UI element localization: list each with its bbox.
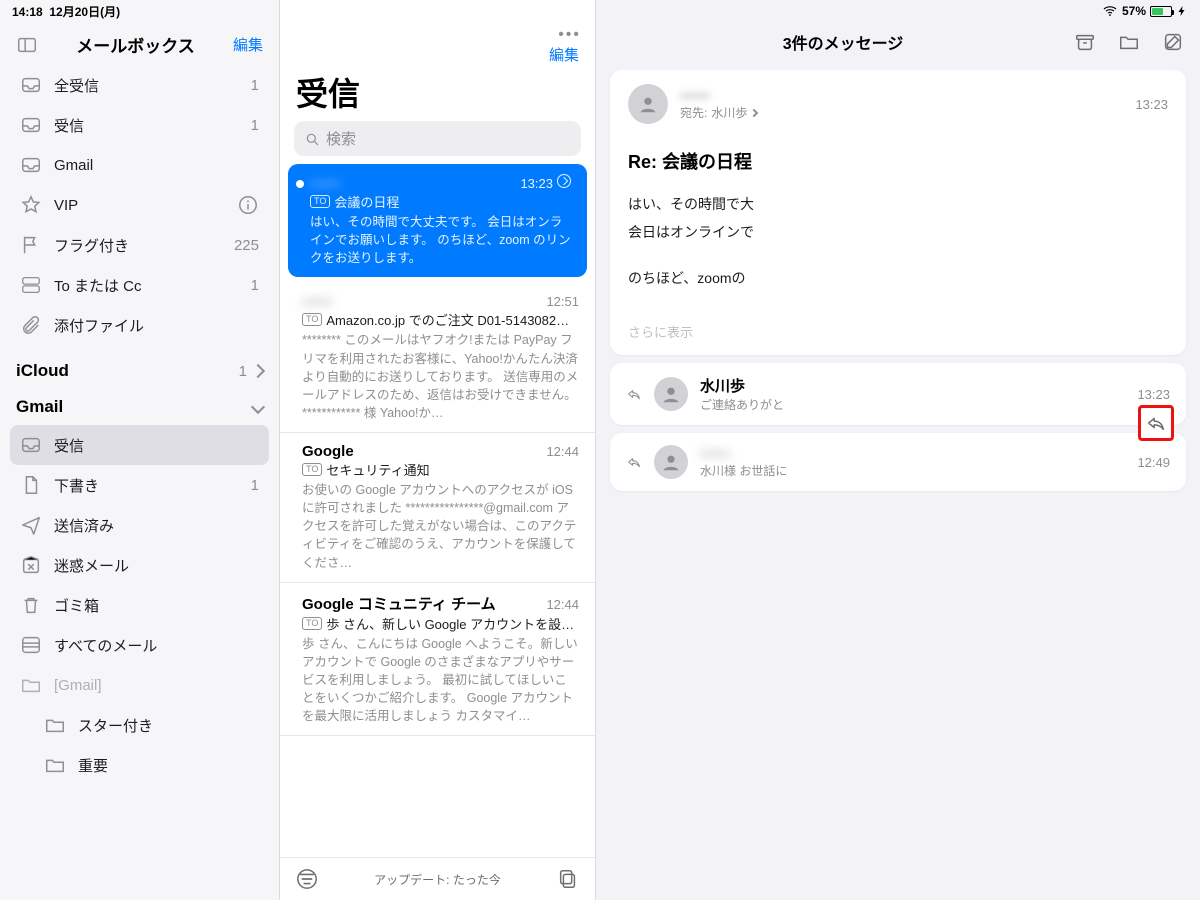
sidebar-edit-button[interactable]: 編集 bbox=[233, 34, 263, 55]
sidebar-item-gm-allmail[interactable]: すべてのメール bbox=[10, 625, 269, 665]
sidebar-item-inbox[interactable]: 受信 1 bbox=[10, 105, 269, 145]
charging-icon bbox=[1176, 5, 1188, 17]
filter-icon[interactable] bbox=[296, 868, 318, 890]
message-item[interactable]: Google12:44 TOセキュリティ通知 お使いの Google アカウント… bbox=[280, 433, 595, 583]
sidebar-title: メールボックス bbox=[38, 32, 233, 57]
sidebar: メールボックス 編集 全受信 1 受信 1 Gmail VIP フラグ付き 22… bbox=[0, 0, 280, 900]
search-input[interactable]: 検索 bbox=[294, 121, 581, 156]
email-body-line: のちほど、zoomの bbox=[628, 264, 1168, 292]
label: Gmail bbox=[16, 397, 63, 417]
reply-button[interactable] bbox=[1138, 405, 1174, 441]
wifi-icon bbox=[1102, 3, 1118, 19]
reply-icon bbox=[626, 386, 642, 402]
reply-icon bbox=[1145, 412, 1167, 434]
sidebar-item-gm-starred[interactable]: スター付き bbox=[10, 705, 269, 745]
sidebar-item-gm-inbox[interactable]: 受信 bbox=[10, 425, 269, 465]
sidebar-item-gm-important[interactable]: 重要 bbox=[10, 745, 269, 785]
chevron-right-icon bbox=[251, 364, 265, 378]
email-card: —— 宛先: 水川歩 13:23 Re: 会議の日程 はい、その時間で大 会日は… bbox=[610, 70, 1186, 355]
move-folder-icon[interactable] bbox=[1118, 31, 1140, 53]
sidebar-item-attachments[interactable]: 添付ファイル bbox=[10, 305, 269, 345]
to-badge: TO bbox=[302, 463, 322, 476]
label: 添付ファイル bbox=[54, 315, 259, 336]
message-list: ••• 編集 受信 検索 ——13:23 TO会議の日程 はい、その時間で大丈夫… bbox=[280, 0, 596, 900]
search-icon bbox=[304, 131, 320, 147]
sidebar-item-gm-trash[interactable]: ゴミ箱 bbox=[10, 585, 269, 625]
thread-item[interactable]: 水川歩ご連絡ありがと 13:23 bbox=[610, 363, 1186, 425]
count: 1 bbox=[251, 77, 259, 94]
message-item[interactable]: Google コミュニティ チーム12:44 TO歩 さん、新しい Google… bbox=[280, 583, 595, 737]
to-badge: TO bbox=[302, 313, 322, 326]
chevron-circle-icon bbox=[557, 174, 571, 188]
archive-icon[interactable] bbox=[1074, 31, 1096, 53]
chevron-down-icon bbox=[251, 400, 265, 414]
sender-name: —— bbox=[680, 87, 757, 104]
sidebar-item-gmail[interactable]: Gmail bbox=[10, 145, 269, 185]
email-body-line: 会日はオンラインで bbox=[628, 218, 1168, 246]
sidebar-item-all-inbox[interactable]: 全受信 1 bbox=[10, 65, 269, 105]
message-item[interactable]: ——12:51 TOAmazon.co.jp でのご注文 D01-5143082… bbox=[280, 283, 595, 433]
label: To または Cc bbox=[54, 275, 239, 296]
label: フラグ付き bbox=[54, 235, 222, 256]
sidebar-section-gmail[interactable]: Gmail bbox=[0, 385, 279, 421]
more-icon[interactable]: ••• bbox=[558, 26, 581, 44]
to-badge: TO bbox=[302, 617, 322, 630]
status-date: 12月20日(月) bbox=[49, 5, 120, 19]
sidebar-item-vip[interactable]: VIP bbox=[10, 185, 269, 225]
count: 1 bbox=[239, 363, 247, 380]
search-placeholder: 検索 bbox=[326, 128, 356, 149]
sidebar-item-gm-drafts[interactable]: 下書き1 bbox=[10, 465, 269, 505]
unread-dot-icon bbox=[296, 180, 304, 188]
label: iCloud bbox=[16, 361, 69, 381]
email-body-line: はい、その時間で大 bbox=[628, 190, 1168, 218]
count: 225 bbox=[234, 237, 259, 254]
count: 1 bbox=[251, 117, 259, 134]
reply-icon bbox=[626, 454, 642, 470]
sidebar-item-gm-spam[interactable]: 迷惑メール bbox=[10, 545, 269, 585]
sidebar-item-gm-gmail-label[interactable]: [Gmail] bbox=[10, 665, 269, 705]
recipient[interactable]: 宛先: 水川歩 bbox=[680, 104, 757, 121]
reader-title: 3件のメッセージ bbox=[612, 30, 1074, 54]
sidebar-item-flagged[interactable]: フラグ付き 225 bbox=[10, 225, 269, 265]
label: Gmail bbox=[54, 157, 259, 174]
sidebar-item-tocc[interactable]: To または Cc 1 bbox=[10, 265, 269, 305]
label: 全受信 bbox=[54, 75, 239, 96]
to-badge: TO bbox=[310, 195, 330, 208]
msglist-status: アップデート: たった今 bbox=[318, 871, 557, 888]
email-subject: Re: 会議の日程 bbox=[628, 148, 1168, 174]
status-time: 14:18 bbox=[12, 5, 43, 19]
copy-icon[interactable] bbox=[557, 868, 579, 890]
compose-icon[interactable] bbox=[1162, 31, 1184, 53]
show-more-button[interactable]: さらに表示 bbox=[628, 322, 1168, 341]
sidebar-toggle-icon[interactable] bbox=[16, 34, 38, 56]
label: VIP bbox=[54, 197, 225, 214]
info-icon[interactable] bbox=[237, 194, 259, 216]
count: 1 bbox=[251, 277, 259, 294]
reader-pane: 3件のメッセージ —— 宛先: 水川歩 13:23 Re: 会議の日程 はい、そ… bbox=[596, 0, 1200, 900]
battery-icon bbox=[1150, 6, 1172, 17]
thread-item[interactable]: ——水川様 お世話に 12:49 bbox=[610, 433, 1186, 491]
message-item[interactable]: ——13:23 TO会議の日程 はい、その時間で大丈夫です。 会日はオンラインで… bbox=[288, 164, 587, 277]
msglist-title: 受信 bbox=[280, 69, 595, 121]
avatar bbox=[628, 84, 668, 124]
msglist-edit-button[interactable]: 編集 bbox=[549, 44, 579, 65]
avatar bbox=[654, 445, 688, 479]
sidebar-item-gm-sent[interactable]: 送信済み bbox=[10, 505, 269, 545]
email-time: 13:23 bbox=[1135, 97, 1168, 112]
sidebar-section-icloud[interactable]: iCloud 1 bbox=[0, 349, 279, 385]
battery-pct: 57% bbox=[1122, 4, 1146, 18]
label: 受信 bbox=[54, 115, 239, 136]
avatar bbox=[654, 377, 688, 411]
